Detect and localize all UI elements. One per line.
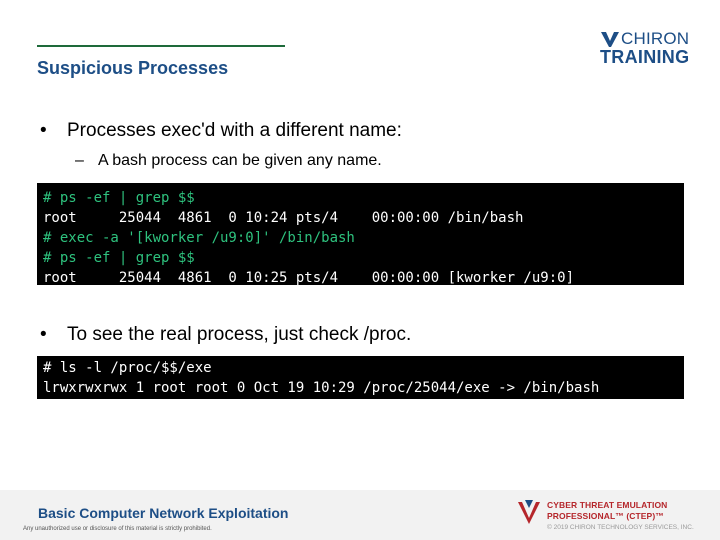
sub-bullet-text: A bash process can be given any name. bbox=[98, 152, 382, 169]
ctep-shield-icon bbox=[518, 500, 540, 524]
bullet-marker: • bbox=[40, 324, 47, 345]
terminal-line: lrwxrwxrwx 1 root root 0 Oct 19 10:29 /p… bbox=[43, 380, 600, 396]
title-underline bbox=[37, 45, 285, 47]
bullet-text: To see the real process, just check /pro… bbox=[67, 324, 412, 345]
slide-title: Suspicious Processes bbox=[37, 58, 229, 78]
terminal-line: # ps -ef | grep $$ bbox=[43, 250, 195, 266]
bullet-text: Processes exec'd with a different name: bbox=[67, 120, 402, 141]
terminal-line: # ps -ef | grep $$ bbox=[43, 190, 195, 206]
course-title: Basic Computer Network Exploitation bbox=[38, 505, 289, 521]
copyright-text: © 2019 CHIRON TECHNOLOGY SERVICES, INC. bbox=[547, 524, 694, 531]
logo-top-row: CHIRON bbox=[600, 30, 689, 48]
terminal-line: root 25044 4861 0 10:24 pts/4 00:00:00 /… bbox=[43, 210, 524, 226]
cert-title-line-1: CYBER THREAT EMULATION bbox=[547, 500, 668, 510]
terminal-line: # ls -l /proc/$$/exe bbox=[43, 360, 212, 376]
chiron-training-logo: CHIRON TRAINING bbox=[600, 30, 695, 68]
logo-word-training: TRAINING bbox=[600, 47, 690, 67]
sub-bullet-marker: – bbox=[75, 152, 84, 169]
logo-word-chiron: CHIRON bbox=[621, 29, 690, 48]
bullet-marker: • bbox=[40, 120, 47, 141]
terminal-line: # exec -a '[kworker /u9:0]' /bin/bash bbox=[43, 230, 355, 246]
cert-title-line-2: PROFESSIONAL™ (CTEP)™ bbox=[547, 511, 664, 521]
chiron-mark-icon bbox=[601, 32, 619, 47]
legal-notice: Any unauthorized use or disclosure of th… bbox=[23, 526, 212, 532]
terminal-line: root 25044 4861 0 10:25 pts/4 00:00:00 [… bbox=[43, 270, 575, 286]
terminal-block-1: # ps -ef | grep $$ root 25044 4861 0 10:… bbox=[37, 183, 684, 286]
terminal-block-2: # ls -l /proc/$$/exe lrwxrwxrwx 1 root r… bbox=[37, 356, 684, 399]
